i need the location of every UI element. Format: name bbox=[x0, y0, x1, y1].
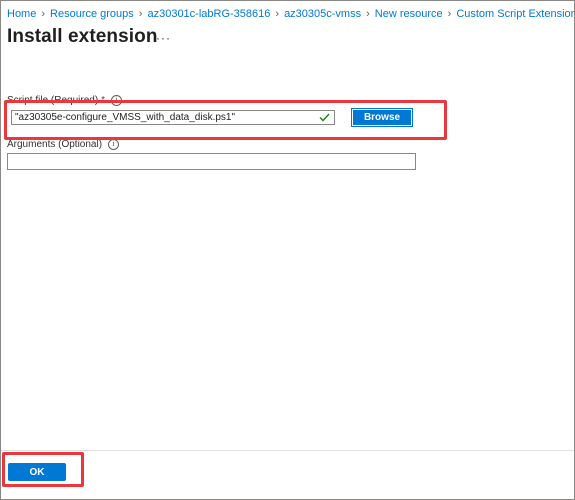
chevron-right-icon: › bbox=[41, 8, 46, 20]
arguments-label-text: Arguments (Optional) bbox=[7, 139, 103, 150]
highlight-box-ok bbox=[2, 452, 84, 487]
footer-divider bbox=[1, 450, 574, 451]
chevron-right-icon: › bbox=[447, 8, 452, 20]
chevron-right-icon: › bbox=[275, 8, 280, 20]
breadcrumb: Home › Resource groups › az30301c-labRG-… bbox=[7, 7, 575, 21]
breadcrumb-resource-group[interactable]: az30301c-labRG-358616 bbox=[147, 8, 270, 20]
breadcrumb-home[interactable]: Home bbox=[7, 8, 36, 20]
info-icon[interactable]: i bbox=[108, 139, 120, 150]
highlight-box-script bbox=[4, 100, 447, 140]
chevron-right-icon: › bbox=[138, 8, 143, 20]
arguments-input[interactable] bbox=[7, 153, 416, 170]
breadcrumb-vmss[interactable]: az30305c-vmss bbox=[284, 8, 361, 20]
page-title: Install extension bbox=[7, 26, 158, 47]
breadcrumb-new-resource[interactable]: New resource bbox=[375, 8, 443, 20]
blade-frame bbox=[0, 0, 575, 500]
breadcrumb-resource-groups[interactable]: Resource groups bbox=[50, 8, 134, 20]
more-icon[interactable]: ··· bbox=[156, 31, 171, 45]
arguments-label: Arguments (Optional) i bbox=[7, 139, 120, 150]
breadcrumb-custom-script-extension[interactable]: Custom Script Extension bbox=[456, 8, 575, 20]
chevron-right-icon: › bbox=[366, 8, 370, 20]
